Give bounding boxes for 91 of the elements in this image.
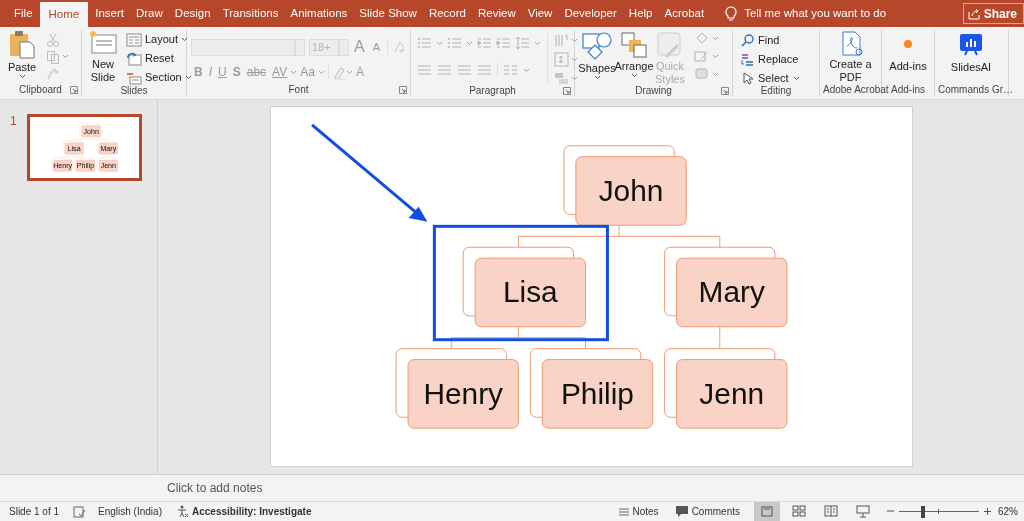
add-ins-button[interactable]: Add-ins bbox=[886, 30, 930, 73]
dialog-launcher-icon[interactable] bbox=[70, 86, 78, 94]
accessibility-icon[interactable] bbox=[175, 505, 189, 518]
section-icon[interactable] bbox=[126, 70, 142, 85]
ribbon-tab[interactable]: Insert bbox=[89, 0, 130, 27]
lightbulb-icon[interactable] bbox=[724, 5, 739, 22]
ribbon-tab[interactable]: Home bbox=[39, 2, 89, 27]
group-label: Paragraph bbox=[469, 85, 516, 97]
ribbon-tab[interactable]: Transitions bbox=[216, 0, 285, 27]
reading-view-icon bbox=[824, 505, 838, 518]
ribbon-tab[interactable]: View bbox=[521, 0, 559, 27]
node-label: Mary bbox=[698, 275, 765, 309]
group-label: Add-ins bbox=[891, 84, 925, 96]
ribbon-tab[interactable]: Help bbox=[622, 0, 659, 27]
ribbon-button[interactable]: Replace bbox=[741, 50, 800, 69]
group-label: Slides bbox=[120, 85, 148, 97]
group-label: Drawing bbox=[635, 85, 672, 97]
notes-icon[interactable] bbox=[617, 505, 630, 518]
ribbon-button[interactable]: Shapes bbox=[579, 31, 615, 80]
chevron-icon[interactable] bbox=[630, 73, 638, 78]
ribbon-tab[interactable]: Record bbox=[422, 0, 472, 27]
zoom-level[interactable]: 62% bbox=[998, 504, 1018, 519]
normal-view-icon bbox=[760, 505, 774, 518]
slidesai-button[interactable]: SlidesAI bbox=[939, 30, 1003, 74]
ribbon-button[interactable]: Find bbox=[741, 31, 800, 50]
notes-button[interactable]: Notes bbox=[617, 504, 659, 519]
slide-counter: Slide 1 of 1 bbox=[9, 505, 60, 519]
node-label: Jenn bbox=[698, 376, 764, 410]
share-button[interactable]: Share bbox=[962, 3, 1024, 24]
chevron-icon[interactable] bbox=[18, 74, 26, 79]
zoom-in-icon[interactable] bbox=[983, 507, 992, 516]
comments-button[interactable]: Comments bbox=[674, 504, 740, 519]
chevron-icon[interactable] bbox=[593, 75, 601, 80]
connector-line bbox=[718, 326, 720, 350]
grid-view-icon bbox=[792, 505, 806, 518]
new-slide-icon[interactable] bbox=[89, 30, 117, 55]
presentation-chart-icon[interactable] bbox=[959, 33, 983, 56]
slide-number: 1 bbox=[10, 114, 18, 128]
ribbon-tab[interactable]: Slide Show bbox=[353, 0, 423, 27]
node-label: John bbox=[598, 174, 663, 207]
reset-icon[interactable] bbox=[126, 51, 142, 66]
comment-icon[interactable] bbox=[674, 505, 689, 518]
connector-line bbox=[72, 137, 107, 141]
new-slide-button[interactable]: New Slide bbox=[86, 30, 120, 84]
accessibility-status[interactable]: Accessibility: Investigate bbox=[191, 504, 312, 519]
dialog-launcher-icon[interactable] bbox=[721, 87, 729, 95]
ribbon-button[interactable]: Section bbox=[126, 68, 192, 87]
node-label: Henry bbox=[422, 376, 503, 410]
group-label: Commands Gr… bbox=[938, 84, 1013, 96]
dot-icon[interactable] bbox=[904, 40, 912, 48]
connector-line bbox=[60, 154, 84, 159]
create-pdf-button[interactable]: Create a PDF bbox=[824, 30, 877, 84]
language-indicator[interactable]: English (India) bbox=[98, 504, 162, 519]
node-label: Lisa bbox=[502, 275, 558, 309]
share-icon[interactable] bbox=[967, 7, 980, 20]
ribbon-tab[interactable]: Developer bbox=[558, 0, 623, 27]
replace-icon[interactable] bbox=[741, 53, 754, 66]
projector-icon bbox=[856, 505, 870, 518]
clipboard-icon[interactable] bbox=[9, 30, 35, 59]
group-label: Editing bbox=[760, 85, 792, 97]
slide[interactable]: John Lisa Henry Philip Mary Jenn bbox=[269, 106, 913, 467]
paste-button[interactable]: Paste bbox=[4, 30, 40, 79]
cursor-icon[interactable] bbox=[741, 72, 754, 85]
ribbon-button[interactable]: Reset bbox=[126, 49, 192, 68]
chevron-icon[interactable] bbox=[184, 75, 192, 80]
chevron-icon[interactable] bbox=[792, 76, 800, 81]
node-label: Philip bbox=[560, 376, 634, 410]
ribbon-button[interactable]: Layout bbox=[126, 30, 192, 49]
ribbon-tab[interactable]: Draw bbox=[130, 0, 169, 27]
spelling-check-icon[interactable] bbox=[73, 505, 87, 518]
dialog-launcher-icon[interactable] bbox=[399, 86, 407, 94]
group-label: Clipboard bbox=[19, 84, 62, 96]
group-label: Font bbox=[288, 84, 309, 96]
chevron-icon[interactable] bbox=[181, 37, 189, 42]
dialog-launcher-icon[interactable] bbox=[563, 87, 571, 95]
search-icon[interactable] bbox=[741, 34, 754, 47]
arrange-icon[interactable] bbox=[620, 31, 648, 59]
shapes-icon[interactable] bbox=[582, 31, 612, 61]
search-field[interactable]: Tell me what you want to do bbox=[744, 4, 887, 23]
pencil-icon[interactable] bbox=[694, 49, 709, 63]
ribbon-tab[interactable]: Acrobat bbox=[658, 0, 711, 27]
ribbon-tab[interactable]: Animations bbox=[284, 0, 354, 27]
notes-field[interactable]: Click to add notes bbox=[167, 479, 263, 497]
view-button[interactable] bbox=[754, 502, 780, 521]
group-label: Adobe Acrobat bbox=[823, 84, 889, 96]
slider-thumb[interactable] bbox=[921, 505, 925, 518]
ribbon-tab[interactable]: Design bbox=[168, 0, 217, 27]
ribbon-tab[interactable]: File bbox=[8, 0, 39, 27]
ribbon-button[interactable]: Arrange bbox=[616, 31, 652, 78]
ribbon-tab[interactable]: Review bbox=[472, 0, 522, 27]
zoom-slider[interactable] bbox=[899, 505, 979, 518]
